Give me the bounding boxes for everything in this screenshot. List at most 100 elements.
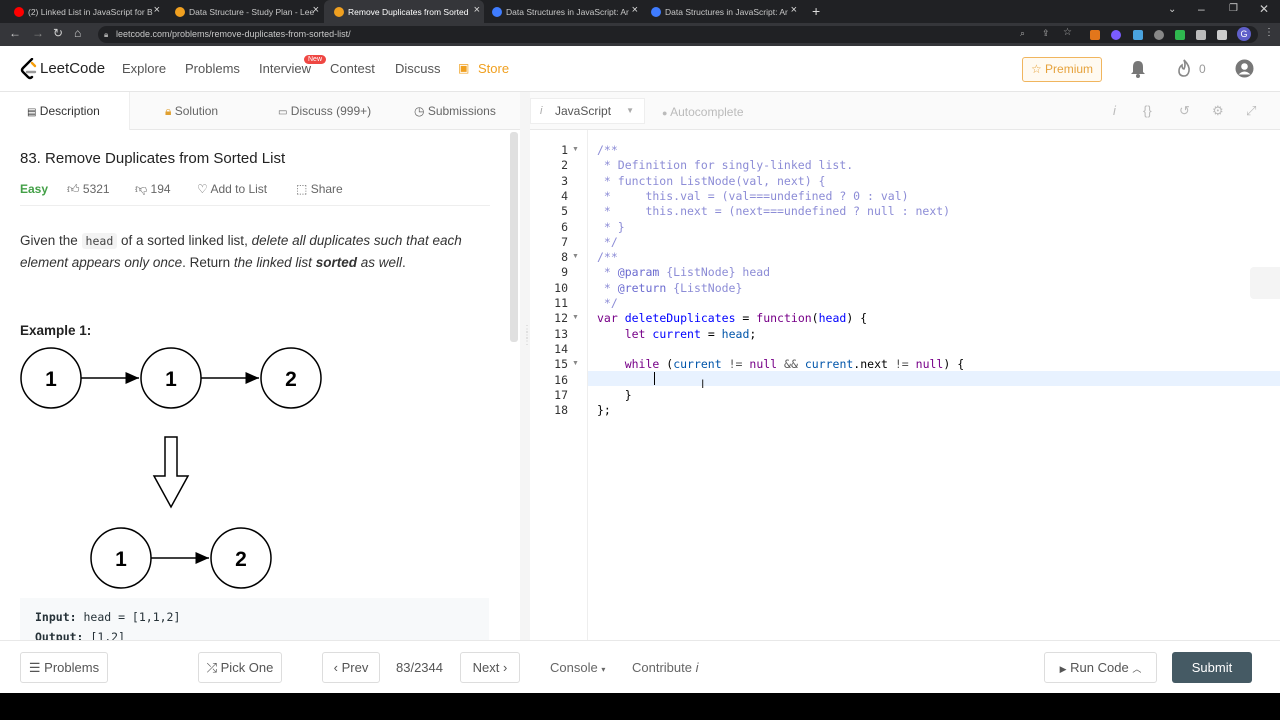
nav-explore[interactable]: Explore — [122, 61, 166, 76]
tab-search-icon[interactable]: ⌄ — [1168, 4, 1176, 15]
leetcode-logo-icon[interactable] — [20, 58, 38, 80]
metamask-icon[interactable] — [1090, 30, 1100, 40]
leetcode-icon — [175, 7, 185, 17]
fold-arrow-icon[interactable]: ▼ — [572, 146, 579, 153]
close-icon[interactable]: × — [154, 4, 160, 16]
chevron-left-icon: ‹ — [333, 660, 338, 675]
extension-icon[interactable] — [1154, 30, 1164, 40]
nav-problems[interactable]: Problems — [185, 61, 240, 76]
thumbs-up-icon: 👍︎ — [67, 182, 80, 196]
dislike-button[interactable]: 👎︎ 194 — [135, 182, 171, 197]
down-arrow — [152, 436, 190, 509]
node-value: 2 — [285, 368, 297, 391]
share-icon: ⬚ — [296, 182, 308, 196]
nav-discuss[interactable]: Discuss — [395, 61, 441, 76]
new-tab-icon[interactable]: + — [812, 3, 820, 19]
puzzle-icon[interactable] — [1196, 30, 1206, 40]
autocomplete-toggle[interactable]: ● Autocomplete — [662, 105, 744, 119]
panel-resizer[interactable]: ⋮ ⋮ ⋮ — [520, 92, 532, 640]
scrollbar-thumb[interactable] — [510, 132, 518, 342]
tab-description[interactable]: ▤ Description — [0, 92, 130, 130]
browser-tab-active[interactable]: Remove Duplicates from Sorted × — [324, 0, 484, 23]
braces-icon[interactable]: {} — [1143, 103, 1152, 118]
close-window-icon[interactable]: ✕ — [1259, 2, 1269, 16]
extension-icon[interactable] — [1133, 30, 1143, 40]
info-icon[interactable]: i — [1113, 103, 1116, 118]
node-value: 2 — [235, 548, 247, 571]
editor-panel: i JavaScript ▼ ● Autocomplete i {} ↺ ⚙ ⤢… — [530, 92, 1280, 640]
run-code-button[interactable]: ▶ Run Code ︿ — [1044, 652, 1157, 683]
line-number: 9 — [561, 265, 568, 279]
reset-icon[interactable]: ↺ — [1179, 103, 1190, 119]
restore-icon[interactable]: ❐ — [1229, 3, 1238, 14]
lock-icon: 🔒︎ — [104, 30, 109, 39]
problems-button[interactable]: ☰ Problems — [20, 652, 108, 683]
home-icon[interactable]: ⌂ — [74, 26, 81, 40]
store-icon[interactable]: ▣ — [458, 61, 469, 75]
console-toggle[interactable]: Console ▾ — [550, 660, 605, 675]
language-select[interactable]: i JavaScript ▼ — [530, 98, 645, 124]
premium-button[interactable]: ☆ Premium — [1022, 57, 1102, 82]
reload-icon[interactable]: ↻ — [53, 26, 63, 40]
side-panel-toggle[interactable] — [1250, 267, 1280, 299]
prev-button[interactable]: ‹ Prev — [322, 652, 380, 683]
share-icon[interactable]: ⇪ — [1042, 28, 1050, 39]
nav-interview[interactable]: Interview — [259, 61, 311, 76]
run-code-label: Run Code — [1070, 660, 1129, 675]
fullscreen-icon[interactable]: ⤢ — [1246, 103, 1256, 119]
minimize-icon[interactable]: – — [1198, 2, 1205, 16]
thumbs-down-icon: 👎︎ — [135, 182, 148, 196]
fold-arrow-icon[interactable]: ▼ — [572, 360, 579, 367]
submit-button[interactable]: Submit — [1172, 652, 1252, 683]
close-icon[interactable]: × — [313, 4, 319, 16]
nav-contest[interactable]: Contest — [330, 61, 375, 76]
tab-solution[interactable]: 🔒︎ Solution — [165, 104, 218, 119]
menu-icon[interactable]: ⋮ — [1264, 27, 1274, 38]
extension-icon[interactable] — [1175, 30, 1185, 40]
autocomplete-label: Autocomplete — [670, 105, 744, 119]
contribute-link[interactable]: Contribute i — [632, 660, 699, 675]
tab-title: Data Structures in JavaScript: Ar — [665, 6, 788, 17]
line-number: 4 — [561, 189, 568, 203]
nav-store[interactable]: Store — [478, 61, 509, 76]
pick-one-button[interactable]: ⤮ Pick One — [198, 652, 282, 683]
fold-arrow-icon[interactable]: ▼ — [572, 314, 579, 321]
tab-label: Description — [39, 104, 100, 118]
browser-tab[interactable]: Data Structures in JavaScript: Ar × — [651, 0, 801, 23]
browser-tab[interactable]: (2) Linked List in JavaScript for B × — [14, 0, 164, 23]
bell-icon[interactable] — [1130, 60, 1146, 78]
share-button[interactable]: ⬚ Share — [296, 182, 343, 196]
fold-arrow-icon[interactable]: ▼ — [572, 253, 579, 260]
settings-icon[interactable]: ⚙ — [1212, 103, 1224, 119]
bookmark-star-icon[interactable]: ☆ — [1063, 27, 1072, 38]
tab-label: Submissions — [427, 104, 496, 118]
prev-label: Prev — [341, 660, 369, 675]
profile-avatar[interactable]: G — [1237, 27, 1251, 41]
forward-icon[interactable]: → — [32, 26, 44, 40]
logo-text[interactable]: LeetCode — [40, 60, 105, 77]
problem-title: 83. Remove Duplicates from Sorted List — [20, 150, 286, 167]
close-icon[interactable]: × — [632, 4, 638, 16]
tab-title: Data Structure - Study Plan - Lee — [189, 6, 315, 17]
code-line: /** — [597, 143, 618, 157]
sidebar-icon[interactable] — [1217, 30, 1227, 40]
close-icon[interactable]: × — [474, 4, 480, 16]
clock-icon: ◷ — [414, 104, 425, 118]
ibeam-cursor-icon: I — [701, 377, 705, 391]
next-button[interactable]: Next › — [460, 652, 520, 683]
extension-icon[interactable] — [1111, 30, 1121, 40]
like-button[interactable]: 👍︎ 5321 — [67, 182, 110, 197]
add-to-list-button[interactable]: ♡ Add to List — [197, 182, 267, 196]
user-avatar-icon[interactable] — [1235, 59, 1254, 78]
zoom-icon[interactable]: ⌕ — [1020, 28, 1025, 39]
star-icon: ☆ — [1030, 62, 1042, 76]
back-icon[interactable]: ← — [9, 26, 21, 40]
browser-tab[interactable]: Data Structure - Study Plan - Lee × — [175, 0, 323, 23]
site-icon — [492, 7, 502, 17]
tab-submissions[interactable]: ◷ Submissions — [414, 104, 496, 118]
address-input[interactable]: 🔒︎ leetcode.com/problems/remove-duplicat… — [98, 26, 1258, 43]
fire-icon[interactable] — [1176, 59, 1192, 78]
close-icon[interactable]: × — [791, 4, 797, 16]
tab-discuss[interactable]: ▭ Discuss (999+) — [278, 104, 371, 118]
browser-tab[interactable]: Data Structures in JavaScript: Ar × — [492, 0, 642, 23]
